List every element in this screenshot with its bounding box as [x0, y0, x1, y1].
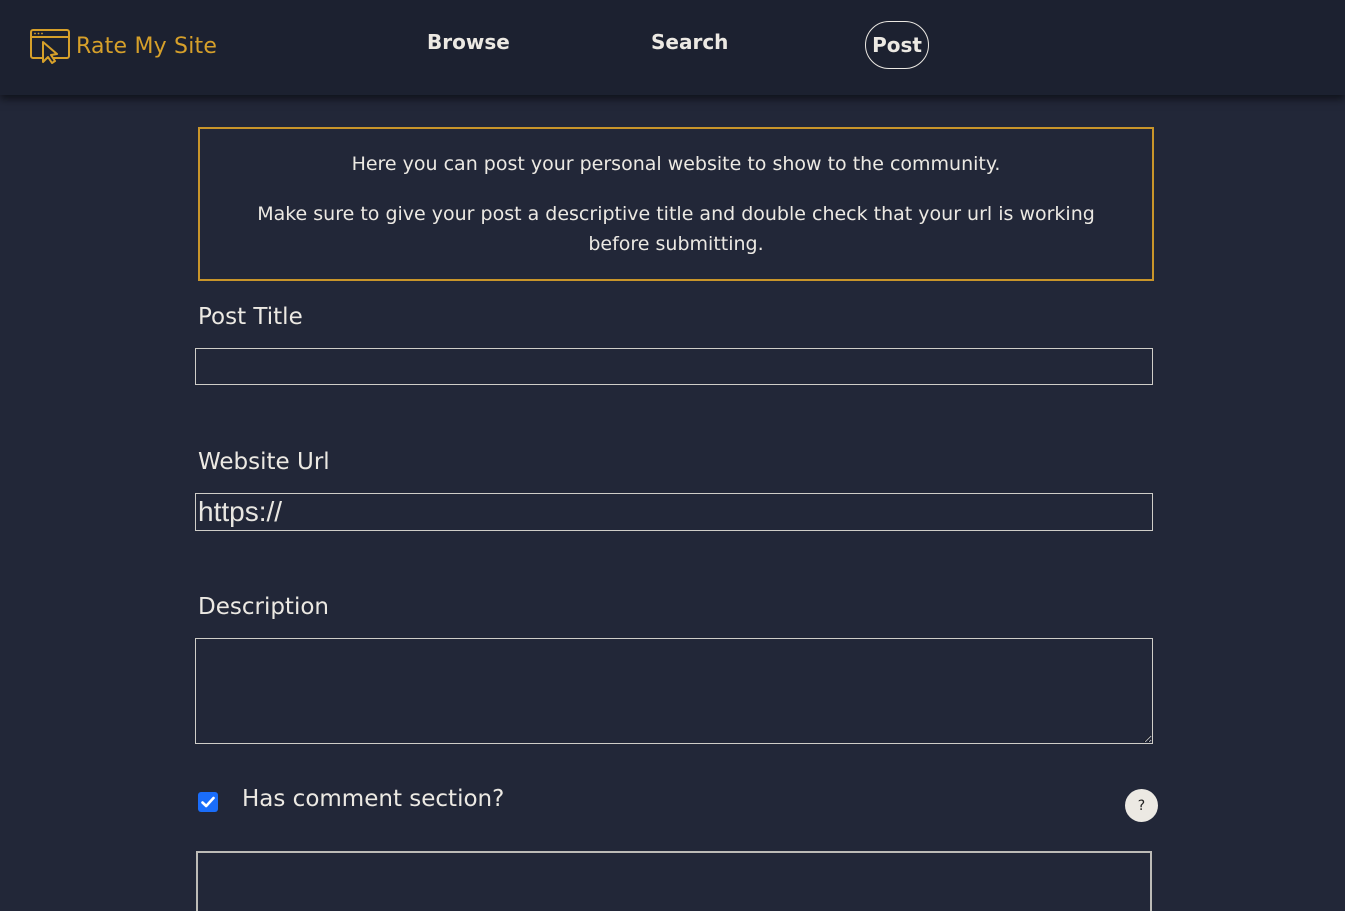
logo[interactable]: Rate My Site [30, 29, 217, 64]
logo-text: Rate My Site [76, 34, 218, 59]
nav-search[interactable]: Search [651, 30, 728, 54]
info-line-1: Here you can post your personal website … [351, 153, 1001, 175]
comment-section-field[interactable] [196, 851, 1152, 911]
post-title-input[interactable] [195, 348, 1153, 385]
website-url-input[interactable] [195, 493, 1153, 531]
comment-section-checkbox[interactable] [198, 792, 218, 812]
comment-section-label: Has comment section? [242, 786, 505, 812]
top-navbar: Rate My Site Browse Search Post [0, 0, 1345, 95]
nav-post[interactable]: Post [865, 21, 929, 69]
website-url-label: Website Url [198, 449, 330, 475]
info-line-2: Make sure to give your post a descriptiv… [257, 203, 1095, 255]
help-button[interactable]: ? [1125, 789, 1158, 822]
description-label: Description [198, 594, 329, 620]
description-textarea[interactable] [195, 638, 1153, 744]
post-title-label: Post Title [198, 304, 303, 330]
nav-browse[interactable]: Browse [427, 30, 510, 54]
info-box: Here you can post your personal website … [198, 127, 1154, 281]
checkmark-icon [201, 793, 215, 812]
browser-cursor-icon [30, 29, 70, 64]
